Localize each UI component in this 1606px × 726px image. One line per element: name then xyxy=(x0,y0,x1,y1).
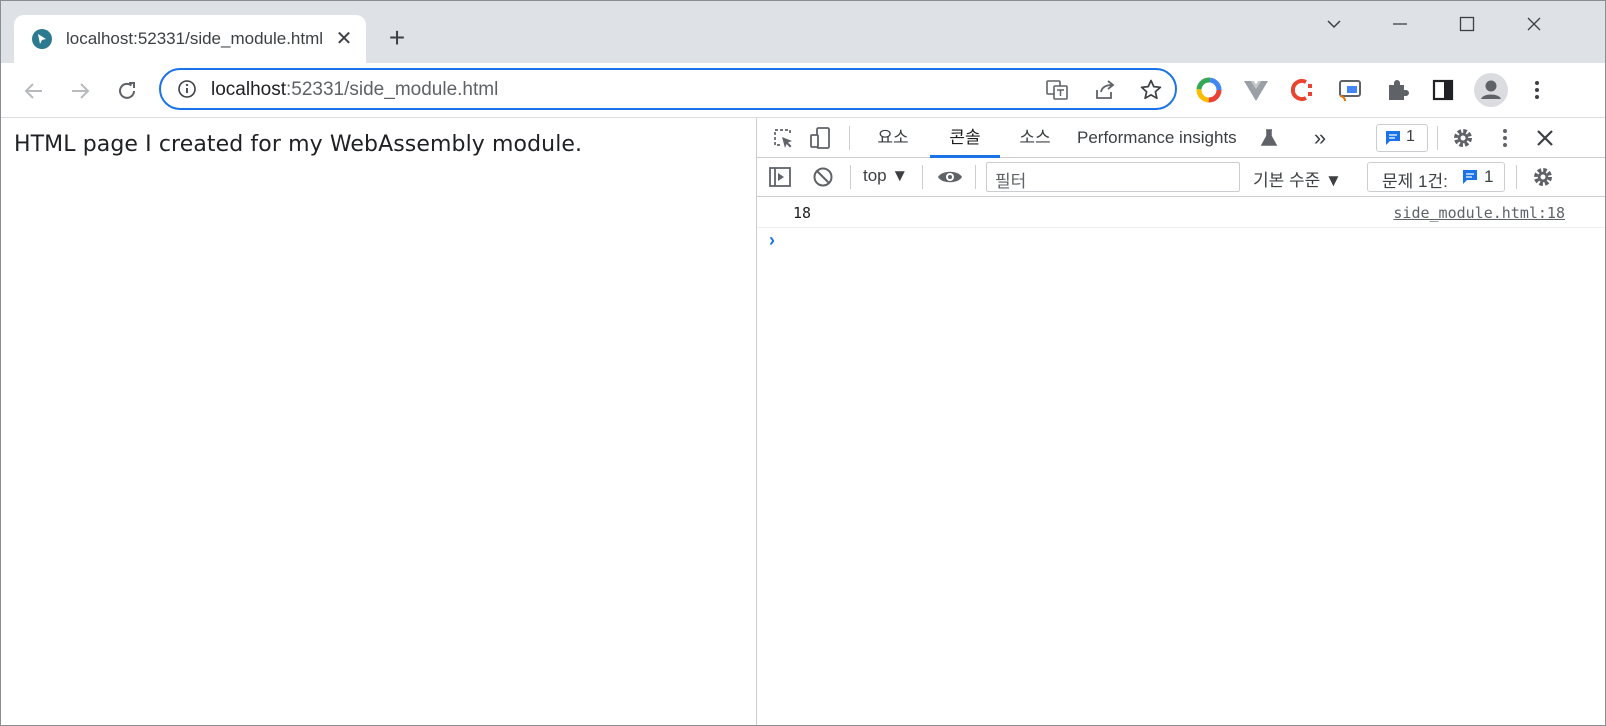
browser-toolbar: localhost:52331/side_module.html xyxy=(1,63,1605,118)
console-log-value: 18 xyxy=(793,204,812,222)
url-path: :52331/side_module.html xyxy=(286,79,499,100)
devtools-tabbar: 요소 콘솔 소스 Performance insights » 1 xyxy=(757,118,1605,158)
favicon-icon xyxy=(32,29,52,49)
separator xyxy=(1437,126,1438,150)
browser-tab[interactable]: localhost:52331/side_module.html ✕ xyxy=(14,15,366,63)
console-toolbar: top ▼ 필터 기본 수준 ▼ 문제 1건: 1 xyxy=(757,158,1605,197)
console-message-row: 18 side_module.html:18 xyxy=(757,197,1605,228)
console-source-link[interactable]: side_module.html:18 xyxy=(1393,204,1565,222)
tab-console[interactable]: 콘솔 xyxy=(930,118,1000,158)
separator xyxy=(849,126,850,150)
messages-badge[interactable]: 1 xyxy=(1376,124,1428,152)
forward-icon[interactable] xyxy=(65,76,95,106)
tab-strip: localhost:52331/side_module.html ✕ + xyxy=(1,1,1605,63)
show-sidebar-icon[interactable] xyxy=(768,165,792,189)
cast-extension-icon[interactable] xyxy=(1336,76,1364,104)
vue-devtools-icon[interactable] xyxy=(1242,76,1270,104)
log-levels-dropdown[interactable]: 기본 수준 ▼ xyxy=(1253,166,1342,191)
issues-button[interactable]: 문제 1건: 1 xyxy=(1367,162,1505,192)
url-text: localhost:52331/side_module.html xyxy=(211,79,498,101)
maximize-icon[interactable] xyxy=(1444,9,1490,39)
message-icon xyxy=(1386,131,1400,145)
close-window-icon[interactable] xyxy=(1511,9,1557,39)
site-info-icon[interactable] xyxy=(177,79,197,99)
translate-icon[interactable] xyxy=(1045,78,1069,102)
clear-console-icon[interactable] xyxy=(811,165,835,189)
cplusplus-extension-icon[interactable] xyxy=(1289,76,1317,104)
page-content: HTML page I created for my WebAssembly m… xyxy=(1,118,756,725)
url-host: localhost xyxy=(211,79,286,100)
experiment-flask-icon xyxy=(1261,129,1277,146)
tab-elements[interactable]: 요소 xyxy=(863,118,923,157)
share-icon[interactable] xyxy=(1093,78,1117,102)
tab-performance-insights[interactable]: Performance insights xyxy=(1077,118,1277,157)
browser-menu-icon[interactable] xyxy=(1523,76,1551,104)
settings-gear-icon[interactable] xyxy=(1451,126,1475,150)
browser-window: localhost:52331/side_module.html ✕ + loc… xyxy=(0,0,1606,726)
back-icon[interactable] xyxy=(19,76,49,106)
minimize-icon[interactable] xyxy=(1377,9,1423,39)
device-toolbar-icon[interactable] xyxy=(809,126,833,150)
tab-close-icon[interactable]: ✕ xyxy=(332,27,356,51)
separator xyxy=(922,165,923,189)
issues-count: 1 xyxy=(1484,167,1494,186)
profile-avatar-icon[interactable] xyxy=(1474,73,1508,107)
side-panel-icon[interactable] xyxy=(1429,76,1457,104)
address-bar[interactable]: localhost:52331/side_module.html xyxy=(159,68,1177,110)
context-selector[interactable]: top ▼ xyxy=(863,166,908,186)
inspect-element-icon[interactable] xyxy=(771,126,795,150)
live-expression-eye-icon[interactable] xyxy=(937,165,962,189)
close-devtools-icon[interactable] xyxy=(1533,126,1557,150)
tab-title: localhost:52331/side_module.html xyxy=(66,29,324,48)
filter-placeholder: 필터 xyxy=(995,172,1027,191)
new-tab-button[interactable]: + xyxy=(381,23,413,55)
bookmark-star-icon[interactable] xyxy=(1139,78,1163,102)
devtools-panel: 요소 콘솔 소스 Performance insights » 1 top ▼ … xyxy=(756,118,1605,725)
issue-message-icon xyxy=(1463,170,1477,184)
console-prompt-icon[interactable]: › xyxy=(769,230,775,251)
reload-icon[interactable] xyxy=(112,76,142,106)
separator xyxy=(850,165,851,189)
separator xyxy=(975,165,976,189)
console-filter-input[interactable]: 필터 xyxy=(986,162,1240,192)
devtools-menu-icon[interactable] xyxy=(1493,126,1517,150)
console-settings-gear-icon[interactable] xyxy=(1531,165,1555,189)
extensions-puzzle-icon[interactable] xyxy=(1383,76,1411,104)
more-tabs-icon[interactable]: » xyxy=(1305,118,1335,157)
color-extension-icon[interactable] xyxy=(1195,76,1223,104)
page-text: HTML page I created for my WebAssembly m… xyxy=(14,132,583,157)
messages-count: 1 xyxy=(1406,128,1415,145)
tab-search-icon[interactable] xyxy=(1311,9,1357,39)
tab-sources[interactable]: 소스 xyxy=(1005,118,1065,157)
issues-label: 문제 1건: xyxy=(1382,172,1448,191)
tab-performance-insights-label: Performance insights xyxy=(1077,128,1237,147)
separator xyxy=(1516,165,1517,189)
